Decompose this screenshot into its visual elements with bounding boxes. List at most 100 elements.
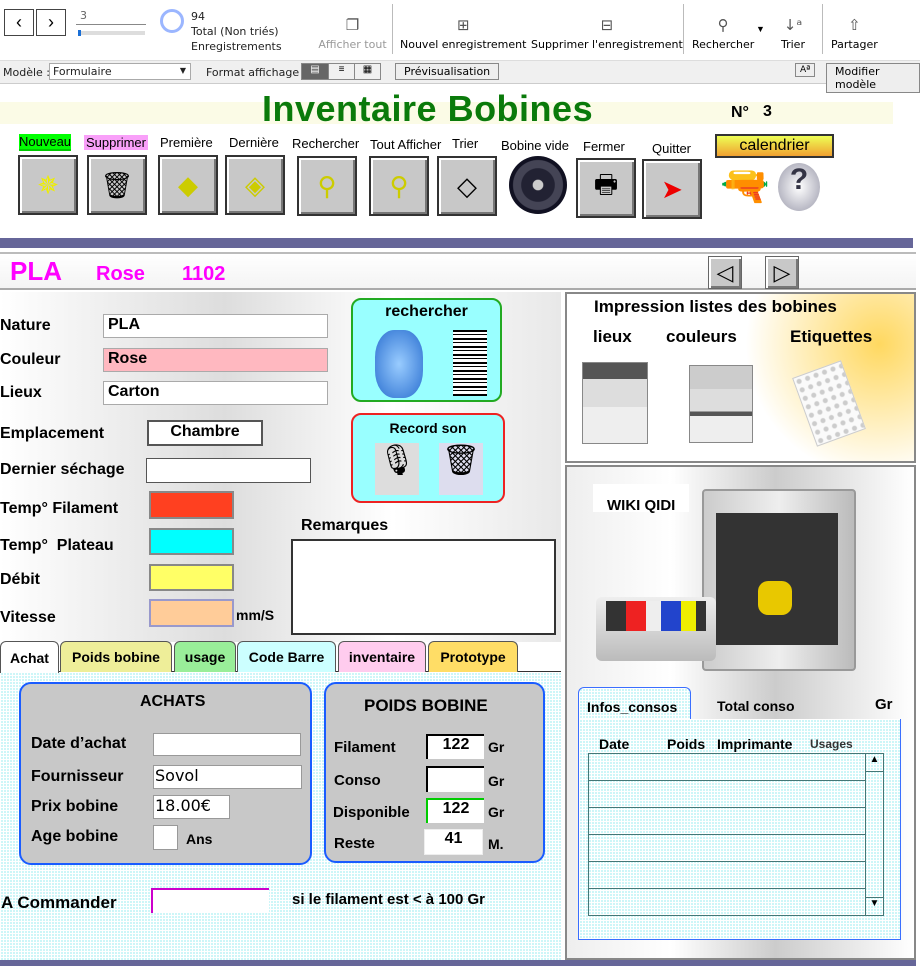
prix-bobine-field[interactable]: 18.00€ [153, 795, 230, 819]
chevron-down-icon[interactable]: ▼ [756, 24, 765, 34]
temp-filament-field[interactable] [149, 491, 234, 519]
record-sound-button[interactable]: Record son 🎙 🗑 [351, 413, 505, 503]
record-slider[interactable] [78, 30, 145, 36]
fournisseur-field[interactable]: Sovol [153, 765, 302, 789]
sort-icon: ↓ᵃ [783, 16, 803, 34]
delete-record-button[interactable]: ⊟ Supprimer l'enregistrement [531, 12, 683, 51]
portal-row[interactable] [589, 835, 866, 862]
reste-unit: M. [488, 836, 504, 852]
filament-dryer-image [596, 597, 716, 661]
prev-arrow-button[interactable]: ◁ [708, 256, 742, 289]
preview-button[interactable]: Prévisualisation [395, 63, 500, 80]
table-view-button[interactable]: ▦ [354, 64, 380, 79]
next-arrow-button[interactable]: ▷ [765, 256, 799, 289]
new-record-button[interactable]: ⊞ Nouvel enregistrement [400, 12, 526, 51]
first-record-button[interactable]: ◆ [158, 155, 218, 215]
search-barcode-button[interactable]: rechercher [351, 298, 502, 402]
form-view-button[interactable]: ▤ [302, 64, 328, 79]
print-lieux-button[interactable] [582, 362, 648, 444]
quit-button[interactable]: ➤ [642, 159, 702, 219]
last-record-button[interactable]: ◈ [225, 155, 285, 215]
print-couleurs-button[interactable] [689, 365, 753, 443]
previous-record-button[interactable]: ‹ [4, 9, 34, 36]
sechage-field[interactable] [146, 458, 311, 483]
portal-row[interactable] [589, 754, 866, 781]
sort-button[interactable]: ↓ᵃ Trier [781, 12, 805, 51]
display-format-toggle: ▤ ≡ ▦ [301, 63, 381, 80]
portal-row[interactable] [589, 808, 866, 835]
3d-printer-image[interactable] [702, 489, 856, 671]
divider [822, 4, 823, 54]
edit-layout-button[interactable]: Modifier modèle [826, 63, 920, 93]
portal-scrollbar[interactable]: ▲ ▼ [865, 754, 883, 915]
record-type: PLA [10, 256, 62, 286]
emplacement-field[interactable]: Chambre [147, 420, 263, 446]
chevron-down-icon: ▼ [179, 66, 186, 75]
show-all-icon-button[interactable]: ⚲ [369, 156, 429, 216]
vitesse-unit: mm/S [236, 607, 275, 623]
reste-label: Reste [334, 835, 375, 852]
record-code: 1102 [182, 263, 226, 285]
filament-field[interactable]: 122 [426, 734, 484, 759]
delete-record-icon-button[interactable]: 🗑 [87, 155, 147, 215]
tab-usage[interactable]: usage [174, 641, 236, 672]
total-conso-label: Total conso [717, 698, 795, 714]
show-all-button[interactable]: ❐ Afficher tout [315, 12, 390, 51]
triangle-right-icon: ▷ [773, 259, 791, 285]
search-button[interactable]: ⚲ Rechercher [692, 12, 754, 51]
scroll-down-icon[interactable]: ▼ [866, 897, 883, 915]
tab-poids-bobine[interactable]: Poids bobine [60, 641, 172, 672]
help-icon[interactable]: ? [778, 163, 820, 211]
barcode-scanner-icon[interactable]: 🔫 [720, 162, 770, 209]
triangle-left-icon: ◁ [716, 259, 734, 285]
record-color: Rose [96, 263, 145, 285]
age-bobine-field[interactable] [153, 825, 178, 850]
nature-field[interactable]: PLA [103, 314, 328, 338]
barcode-icon [453, 330, 487, 396]
print-title: Impression listes des bobines [594, 297, 837, 316]
spool-icon [375, 330, 423, 398]
empty-spool-button[interactable] [509, 156, 567, 214]
temp-plateau-field[interactable] [149, 528, 234, 555]
portal-row[interactable] [589, 862, 866, 889]
lieux-field[interactable]: Carton [103, 381, 328, 405]
wiki-label[interactable]: WIKI QIDI [607, 497, 675, 514]
close-button[interactable]: 🖶 [576, 158, 636, 218]
debit-field[interactable] [149, 564, 234, 591]
couleur-field[interactable]: Rose [103, 348, 328, 372]
find-button[interactable]: ⚲ [297, 156, 357, 216]
record-number-input[interactable]: 3 [76, 9, 146, 25]
model-label: Modèle : [3, 66, 50, 79]
tab-code-barre[interactable]: Code Barre [237, 641, 336, 672]
total-label: Total (Non triés) [191, 25, 279, 38]
trash-icon: 🗑 [100, 169, 134, 200]
list-view-button[interactable]: ≡ [328, 64, 354, 79]
new-record-icon-button[interactable]: ✵ [18, 155, 78, 215]
a-commander-field[interactable] [151, 888, 269, 913]
filament-unit: Gr [488, 739, 505, 755]
share-icon: ⇧ [848, 16, 861, 34]
disponible-label: Disponible [333, 804, 410, 821]
vitesse-field[interactable] [149, 599, 234, 627]
scroll-up-icon[interactable]: ▲ [866, 754, 883, 772]
sort-icon-button[interactable]: ◇ [437, 156, 497, 216]
first-label: Première [160, 135, 213, 150]
text-size-button[interactable]: Aª [795, 63, 816, 77]
portal-row[interactable] [589, 781, 866, 808]
col-imprimante: Imprimante [717, 736, 793, 752]
remarques-field[interactable] [291, 539, 556, 635]
achats-title: ACHATS [140, 693, 206, 710]
empty-spool-label: Bobine vide [501, 138, 569, 153]
conso-field[interactable] [426, 766, 484, 792]
date-achat-field[interactable] [153, 733, 301, 756]
tab-inventaire[interactable]: inventaire [338, 641, 426, 672]
calendar-button[interactable]: calendrier [715, 134, 834, 158]
model-select[interactable]: Formulaire ▼ [49, 63, 191, 80]
consos-portal: ▲ ▼ [588, 753, 884, 916]
tab-achat[interactable]: Achat [0, 641, 59, 673]
next-record-button[interactable]: › [36, 9, 66, 36]
col-poids: Poids [667, 736, 706, 752]
tab-prototype[interactable]: Prototype [428, 641, 518, 672]
total-conso-unit: Gr [875, 696, 893, 713]
share-button[interactable]: ⇧ Partager [831, 12, 878, 51]
